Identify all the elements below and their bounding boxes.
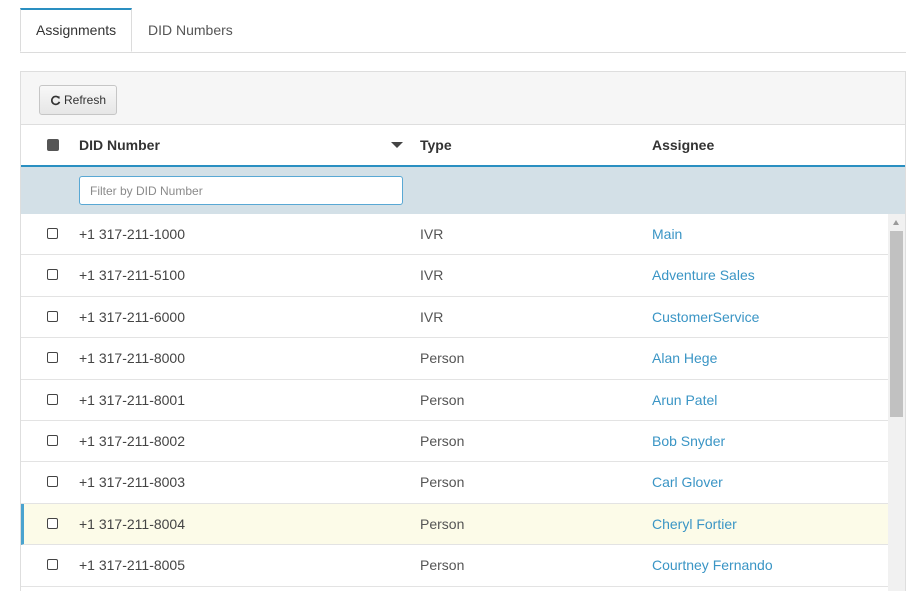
table-row[interactable]: +1 317-211-6000 IVR CustomerService (21, 297, 888, 339)
refresh-icon (50, 95, 61, 105)
vertical-scrollbar[interactable] (888, 214, 905, 591)
row-checkbox[interactable] (47, 517, 58, 529)
table-row[interactable]: +1 317-211-1000 IVR Main (21, 214, 888, 256)
did-number-filter-input[interactable] (79, 176, 403, 205)
grid-body: +1 317-211-1000 IVR Main +1 317-211-5100 IVR… (21, 214, 888, 587)
refresh-label: Refresh (63, 93, 107, 107)
assignee-link[interactable]: Cheryl Fortier (652, 504, 737, 545)
type-cell: Person (420, 515, 465, 532)
row-checkbox[interactable] (47, 228, 58, 239)
type-cell: IVR (420, 267, 444, 284)
did-number-cell: +1 317-211-1000 (79, 226, 185, 242)
did-number-cell: +1 317-211-8001 (79, 391, 185, 408)
did-number-cell: +1 317-211-8002 (79, 432, 185, 449)
assignments-grid: Refresh DID Number Type Assignee +1 317-… (20, 71, 906, 591)
table-row[interactable]: +1 317-211-8001 Person Arun Patel (21, 380, 888, 421)
assignee-link[interactable]: Bob Snyder (652, 421, 725, 462)
assignee-link[interactable]: Courtney Fernando (652, 545, 773, 586)
type-cell: Person (420, 432, 465, 449)
column-header-did-number[interactable]: DID Number (79, 125, 160, 165)
column-header-assignee[interactable]: Assignee (652, 125, 714, 165)
table-row[interactable]: +1 317-211-8004 Person Cheryl Fortier (21, 503, 888, 546)
table-row[interactable]: +1 317-211-8002 Person Bob Snyder (21, 421, 888, 463)
table-row[interactable]: +1 317-211-5100 IVR Adventure Sales (21, 255, 888, 297)
type-cell: Person (420, 474, 465, 491)
row-checkbox[interactable] (47, 393, 58, 405)
sort-desc-icon[interactable] (391, 142, 403, 148)
type-cell: IVR (420, 226, 444, 242)
did-number-cell: +1 317-211-8005 (79, 557, 185, 574)
assignee-link[interactable]: Arun Patel (652, 380, 717, 421)
row-checkbox[interactable] (47, 269, 58, 281)
assignee-link[interactable]: Carl Glover (652, 462, 723, 503)
grid-toolbar: Refresh (21, 72, 905, 125)
assignee-link[interactable]: Adventure Sales (652, 255, 755, 296)
filter-row (21, 167, 905, 214)
tab-bar: Assignments DID Numbers (20, 8, 906, 53)
row-checkbox[interactable] (47, 434, 58, 446)
scroll-up-arrow-icon[interactable] (893, 220, 899, 225)
row-checkbox[interactable] (47, 559, 58, 571)
select-all-checkbox[interactable] (47, 139, 59, 151)
grid-header: DID Number Type Assignee (21, 125, 905, 167)
did-number-cell: +1 317-211-8003 (79, 474, 185, 491)
table-row[interactable]: +1 317-211-8003 Person Carl Glover (21, 462, 888, 504)
tab-did-numbers[interactable]: DID Numbers (133, 8, 248, 51)
did-number-cell: +1 317-211-8004 (79, 515, 185, 532)
scroll-thumb[interactable] (890, 231, 903, 417)
assignee-link[interactable]: Alan Hege (652, 338, 717, 379)
type-cell: Person (420, 391, 465, 408)
type-cell: Person (420, 350, 465, 367)
type-cell: IVR (420, 308, 444, 325)
did-number-cell: +1 317-211-8000 (79, 350, 185, 367)
row-checkbox[interactable] (47, 476, 58, 488)
did-number-cell: +1 317-211-6000 (79, 308, 185, 325)
table-row[interactable]: +1 317-211-8005 Person Courtney Fernando (21, 545, 888, 587)
refresh-button[interactable]: Refresh (39, 85, 117, 115)
row-checkbox[interactable] (47, 310, 58, 322)
tab-assignments[interactable]: Assignments (20, 8, 132, 52)
assignee-link[interactable]: Main (652, 214, 682, 255)
did-number-cell: +1 317-211-5100 (79, 267, 185, 284)
column-header-type[interactable]: Type (420, 125, 452, 165)
table-row[interactable]: +1 317-211-8000 Person Alan Hege (21, 338, 888, 380)
assignee-link[interactable]: CustomerService (652, 297, 759, 338)
type-cell: Person (420, 557, 465, 574)
row-checkbox[interactable] (47, 352, 58, 364)
